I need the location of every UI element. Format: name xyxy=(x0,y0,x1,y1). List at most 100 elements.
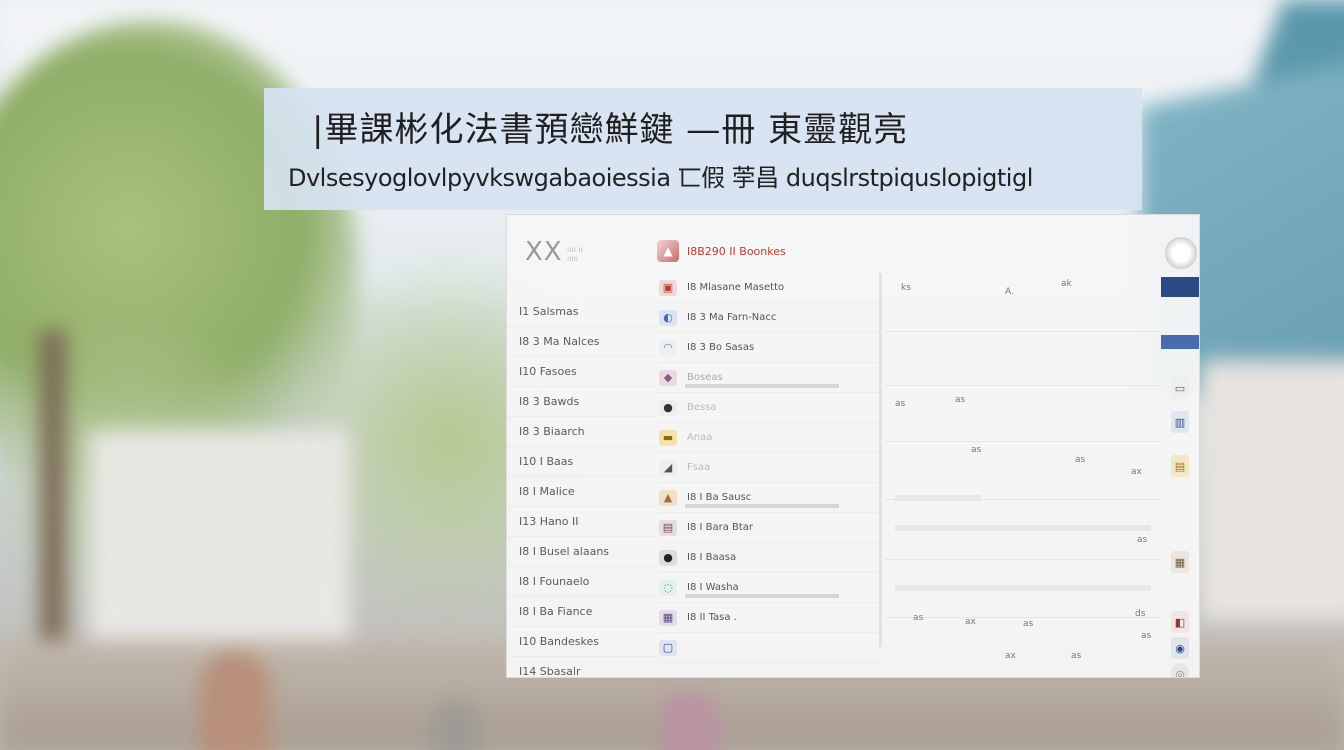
list-item[interactable]: ▤ I8 I Bara Btar xyxy=(657,513,879,543)
divider xyxy=(885,559,1161,560)
sidebar-item[interactable]: I8 I Busel alaans xyxy=(507,537,657,567)
thumbnail-icon: ◆ xyxy=(659,369,677,386)
app-header-icon: ▲ xyxy=(657,240,679,262)
screen: |畢課彬化法書預戀鮮鍵 —冊 東靈觀亮 Dvlsesyoglovlpyvkswg… xyxy=(0,0,1344,750)
thumbnail-icon: ▢ xyxy=(659,639,677,656)
sidebar-item[interactable]: I13 Hano II xyxy=(507,507,657,537)
detail-mark: as xyxy=(1141,631,1152,641)
note-icon[interactable]: ▤ xyxy=(1171,455,1189,477)
sidebar-item[interactable]: I8 I Ba Fiance xyxy=(507,597,657,627)
image-icon[interactable]: ▦ xyxy=(1171,551,1189,573)
list-item-label: Boseas xyxy=(687,372,723,383)
list-item[interactable]: ▢ xyxy=(657,633,879,663)
detail-mark: as xyxy=(1023,619,1034,629)
sidebar-item[interactable]: I8 I Founaelo xyxy=(507,567,657,597)
list-item[interactable]: ● I8 I Baasa xyxy=(657,543,879,573)
detail-mark: as xyxy=(895,399,906,409)
list-item-label: Bessa xyxy=(687,402,717,413)
list-item-label: Fsaa xyxy=(687,462,711,473)
detail-mark: ax xyxy=(1131,467,1142,477)
file-icon[interactable]: ▥ xyxy=(1171,411,1189,433)
thumbnail-icon: ▣ xyxy=(659,279,677,296)
progress-bar xyxy=(685,384,839,388)
list-item[interactable]: ◐ I8 3 Ma Farn-Nacc xyxy=(657,303,879,333)
divider xyxy=(885,331,1161,332)
list-item-label: I8 I Ba Sausc xyxy=(687,492,752,503)
detail-mark: ax xyxy=(1005,651,1016,661)
placeholder-bar xyxy=(895,585,1151,591)
thumbnail-icon: ▬ xyxy=(659,429,677,446)
list-item-label: Anaa xyxy=(687,432,713,443)
list-item-label: I8 3 Bo Sasas xyxy=(687,342,755,353)
sidebar-item[interactable]: I10 Fasoes xyxy=(507,357,657,387)
app-logo-subtext: ıııı ıı ııııı xyxy=(567,245,583,263)
list-item[interactable]: ◆ Boseas xyxy=(657,363,879,393)
progress-bar xyxy=(685,594,839,598)
list-item-label: I8 I Washa xyxy=(687,582,739,593)
detail-mark: ak xyxy=(1061,279,1072,289)
list-item[interactable]: ◠ I8 3 Bo Sasas xyxy=(657,333,879,363)
placeholder-bar xyxy=(895,525,1151,531)
thumbnail-icon: ▤ xyxy=(659,519,677,536)
detail-mark: as xyxy=(955,395,966,405)
thumbnail-icon: ◌ xyxy=(659,579,677,596)
list-divider[interactable] xyxy=(879,273,882,647)
thumbnail-icon: ◐ xyxy=(659,309,677,326)
circle-button[interactable] xyxy=(1165,237,1197,269)
rail-tab-active[interactable] xyxy=(1161,277,1199,297)
right-rail: ▭ ▥ ▤ ▦ ◧ ◉ ◎ xyxy=(1161,237,1199,677)
list-item[interactable]: ▬ Anaa xyxy=(657,423,879,453)
list-item-label: I8 I Bara Btar xyxy=(687,522,754,533)
detail-pane: ks A. ak as as as as ax as as ax ax as d… xyxy=(885,273,1161,663)
detail-mark: A. xyxy=(1005,287,1014,297)
app-header-title: I8B290 II Boonkes xyxy=(687,244,786,258)
thumbnail-icon: ● xyxy=(659,549,677,566)
banner-subline: Dvlsesyoglovlpyvkswgabaoiessia 匸假 荢昌 duq… xyxy=(288,164,1033,192)
thumbnail-icon: ● xyxy=(659,399,677,416)
sidebar-item[interactable]: I1 Salsmas xyxy=(507,297,657,327)
list-item[interactable]: ◌ I8 I Washa xyxy=(657,573,879,603)
people-icon[interactable]: ◉ xyxy=(1171,637,1189,659)
thumbnail-icon: ◢ xyxy=(659,459,677,476)
list-item-label: I8 3 Ma Farn-Nacc xyxy=(687,312,777,323)
sidebar-item[interactable]: I10 I Baas xyxy=(507,447,657,477)
rail-tab[interactable] xyxy=(1161,335,1199,349)
sidebar-item[interactable]: I8 3 Bawds xyxy=(507,387,657,417)
placeholder-bar xyxy=(895,495,981,501)
title-banner: |畢課彬化法書預戀鮮鍵 —冊 東靈觀亮 Dvlsesyoglovlpyvkswg… xyxy=(264,88,1142,210)
list-item[interactable]: ◢ Fsaa xyxy=(657,453,879,483)
progress-bar xyxy=(685,504,839,508)
detail-mark: as xyxy=(913,613,924,623)
sidebar-item[interactable]: I10 Bandeskes xyxy=(507,627,657,657)
list-item-label: I8 I Baasa xyxy=(687,552,737,563)
list-item[interactable]: ▦ I8 II Tasa . xyxy=(657,603,879,633)
detail-mark: ks xyxy=(901,283,911,293)
app-header: ▲ I8B290 II Boonkes xyxy=(657,237,957,265)
detail-mark: as xyxy=(1075,455,1086,465)
bookmark-icon[interactable]: ◧ xyxy=(1171,611,1189,633)
thumbnail-icon: ◠ xyxy=(659,339,677,356)
sidebar-item[interactable]: I8 3 Ma Nalces xyxy=(507,327,657,357)
list-item[interactable]: ● Bessa xyxy=(657,393,879,423)
list-item-label: I8 Mlasane Masetto xyxy=(687,282,785,293)
detail-mark: ds xyxy=(1135,609,1146,619)
detail-mark: ax xyxy=(965,617,976,627)
thumbnail-icon: ▲ xyxy=(659,489,677,506)
detail-mark: as xyxy=(971,445,982,455)
detail-mark: as xyxy=(1071,651,1082,661)
sidebar-item[interactable]: I8 3 Biaarch xyxy=(507,417,657,447)
settings-icon[interactable]: ◎ xyxy=(1171,663,1189,677)
document-icon[interactable]: ▭ xyxy=(1171,377,1189,399)
list-item-label: I8 II Tasa . xyxy=(687,612,737,623)
list-item[interactable]: ▲ I8 I Ba Sausc xyxy=(657,483,879,513)
app-window: XX ıııı ıı ııııı ▲ I8B290 II Boonkes I1 … xyxy=(506,214,1200,678)
app-logo: XX xyxy=(525,237,563,267)
divider xyxy=(885,441,1161,442)
sidebar: I1 Salsmas I8 3 Ma Nalces I10 Fasoes I8 … xyxy=(507,297,657,677)
banner-headline: |畢課彬化法書預戀鮮鍵 —冊 東靈觀亮 xyxy=(312,110,909,150)
list-item[interactable]: ▣ I8 Mlasane Masetto xyxy=(657,273,879,303)
detail-mark: as xyxy=(1137,535,1148,545)
sidebar-item[interactable]: I8 I Malice xyxy=(507,477,657,507)
thumbnail-icon: ▦ xyxy=(659,609,677,626)
sidebar-item[interactable]: I14 Sbasalr xyxy=(507,657,657,677)
